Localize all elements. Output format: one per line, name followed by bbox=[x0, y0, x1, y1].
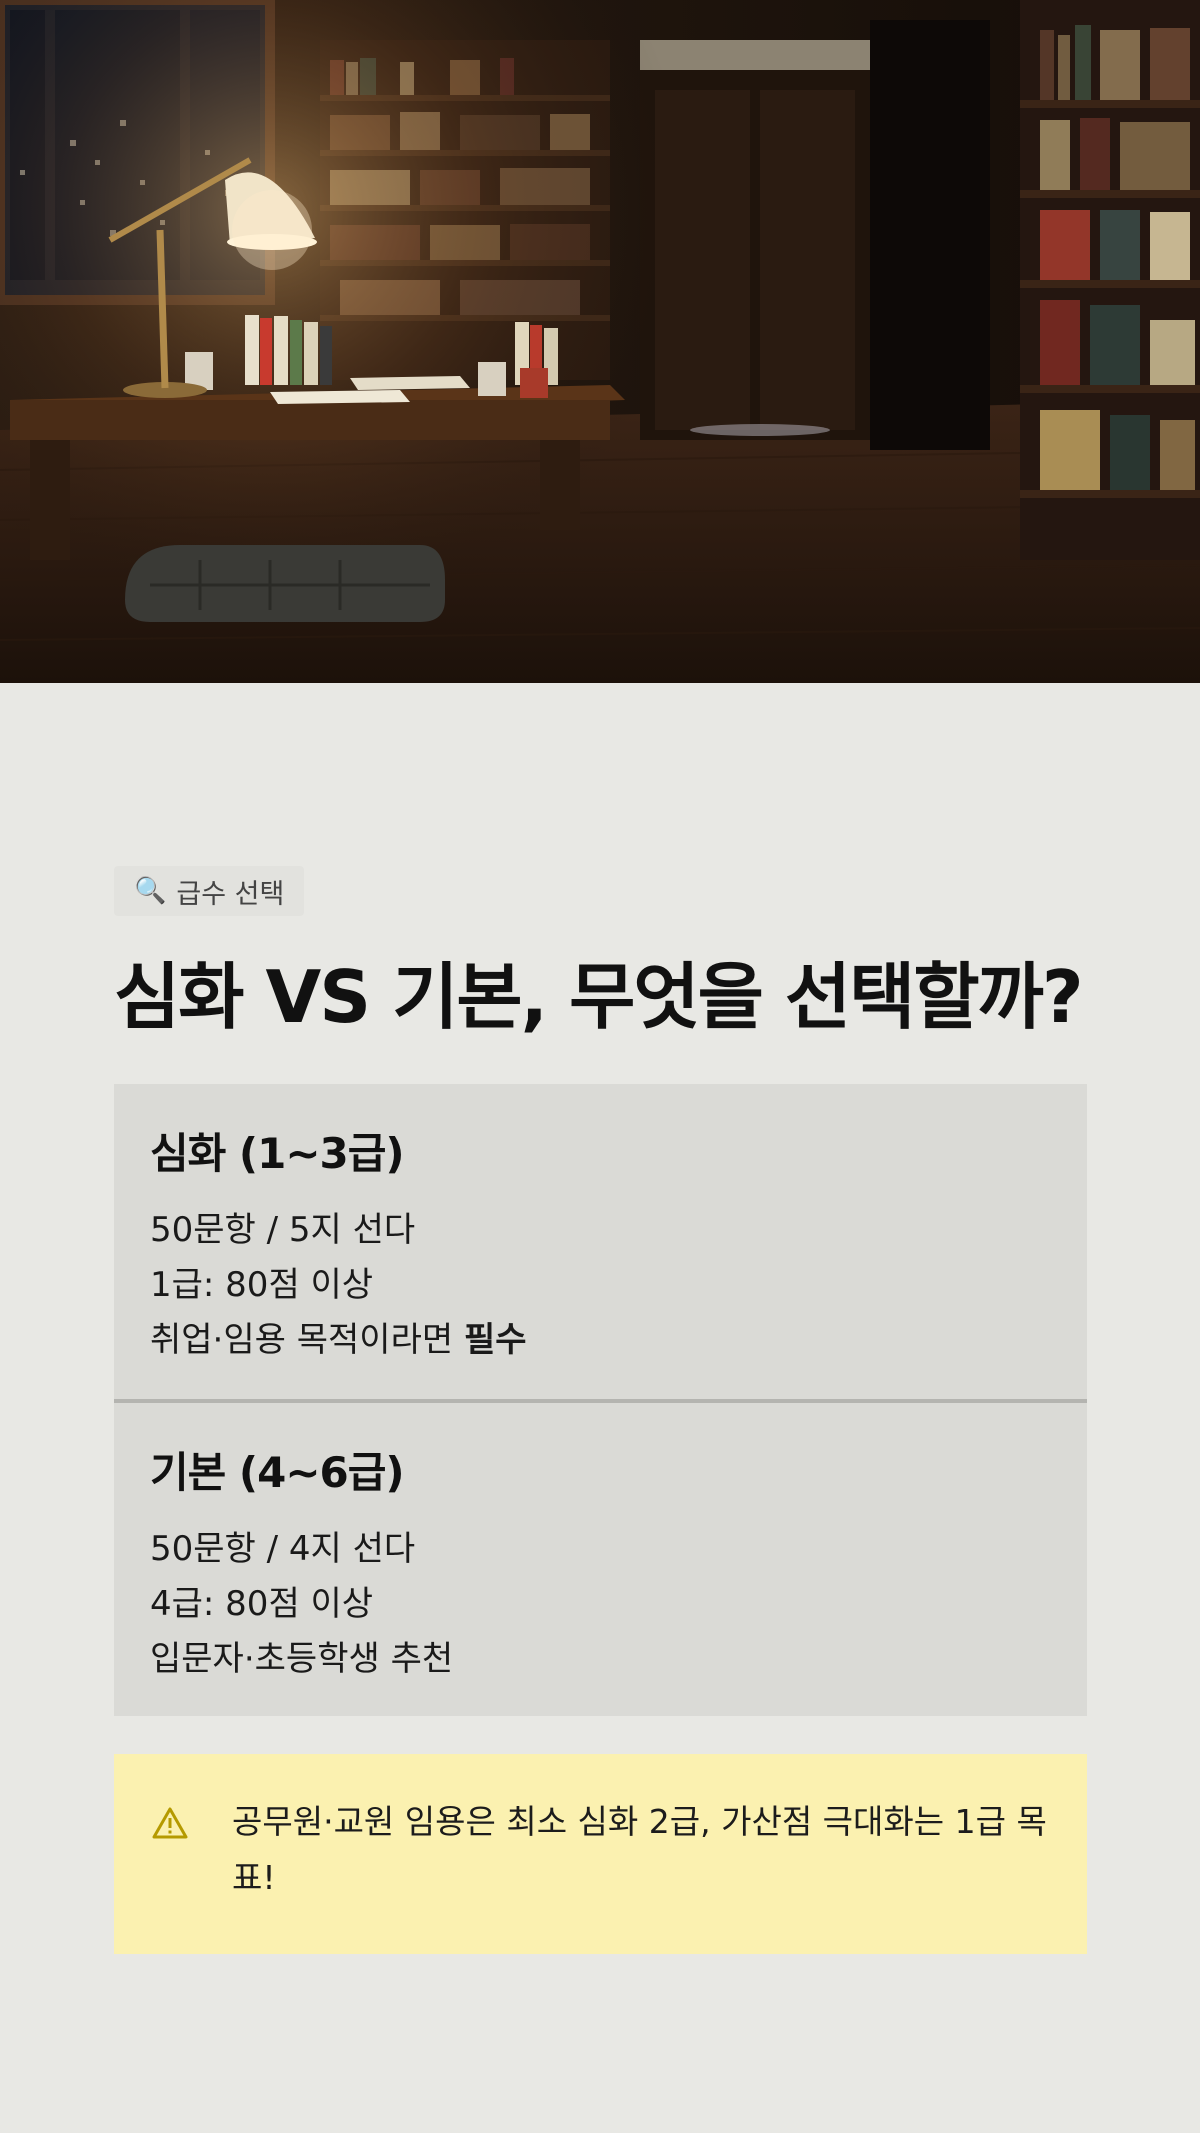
warning-notice: 공무원·교원 임용은 최소 심화 2급, 가산점 극대화는 1급 목표! bbox=[114, 1754, 1087, 1954]
warning-icon bbox=[152, 1807, 188, 1839]
basic-level-card: 기본 (4~6급) 50문항 / 4지 선다 4급: 80점 이상 입문자·초등… bbox=[114, 1403, 1087, 1716]
card-line-questions: 50문항 / 5지 선다 bbox=[150, 1210, 416, 1250]
warning-notice-text: 공무원·교원 임용은 최소 심화 2급, 가산점 극대화는 1급 목표! bbox=[232, 1802, 1047, 1897]
advanced-level-card: 심화 (1~3급) 50문항 / 5지 선다 1급: 80점 이상 취업·임용 … bbox=[114, 1084, 1087, 1399]
search-icon: 🔍 bbox=[134, 876, 167, 906]
recommendation-prefix: 취업·임용 목적이라면 bbox=[150, 1320, 464, 1360]
card-title: 기본 (4~6급) bbox=[150, 1448, 405, 1497]
card-line-score: 1급: 80점 이상 bbox=[150, 1265, 374, 1305]
card-line-recommendation: 입문자·초등학생 추천 bbox=[150, 1639, 454, 1679]
recommendation-emphasis: 필수 bbox=[463, 1320, 527, 1360]
card-line-recommendation: 취업·임용 목적이라면 필수 bbox=[150, 1313, 1051, 1368]
category-tag-label: 급수 선택 bbox=[176, 878, 285, 910]
card-line-score: 4급: 80점 이상 bbox=[150, 1584, 374, 1624]
page-title: 심화 VS 기본, 무엇을 선택할까? bbox=[114, 955, 1084, 1039]
hero-image bbox=[0, 0, 1200, 683]
study-room-illustration bbox=[0, 0, 1200, 683]
card-line-questions: 50문항 / 4지 선다 bbox=[150, 1529, 416, 1569]
category-tag: 🔍 급수 선택 bbox=[114, 866, 305, 916]
card-title: 심화 (1~3급) bbox=[150, 1129, 405, 1178]
